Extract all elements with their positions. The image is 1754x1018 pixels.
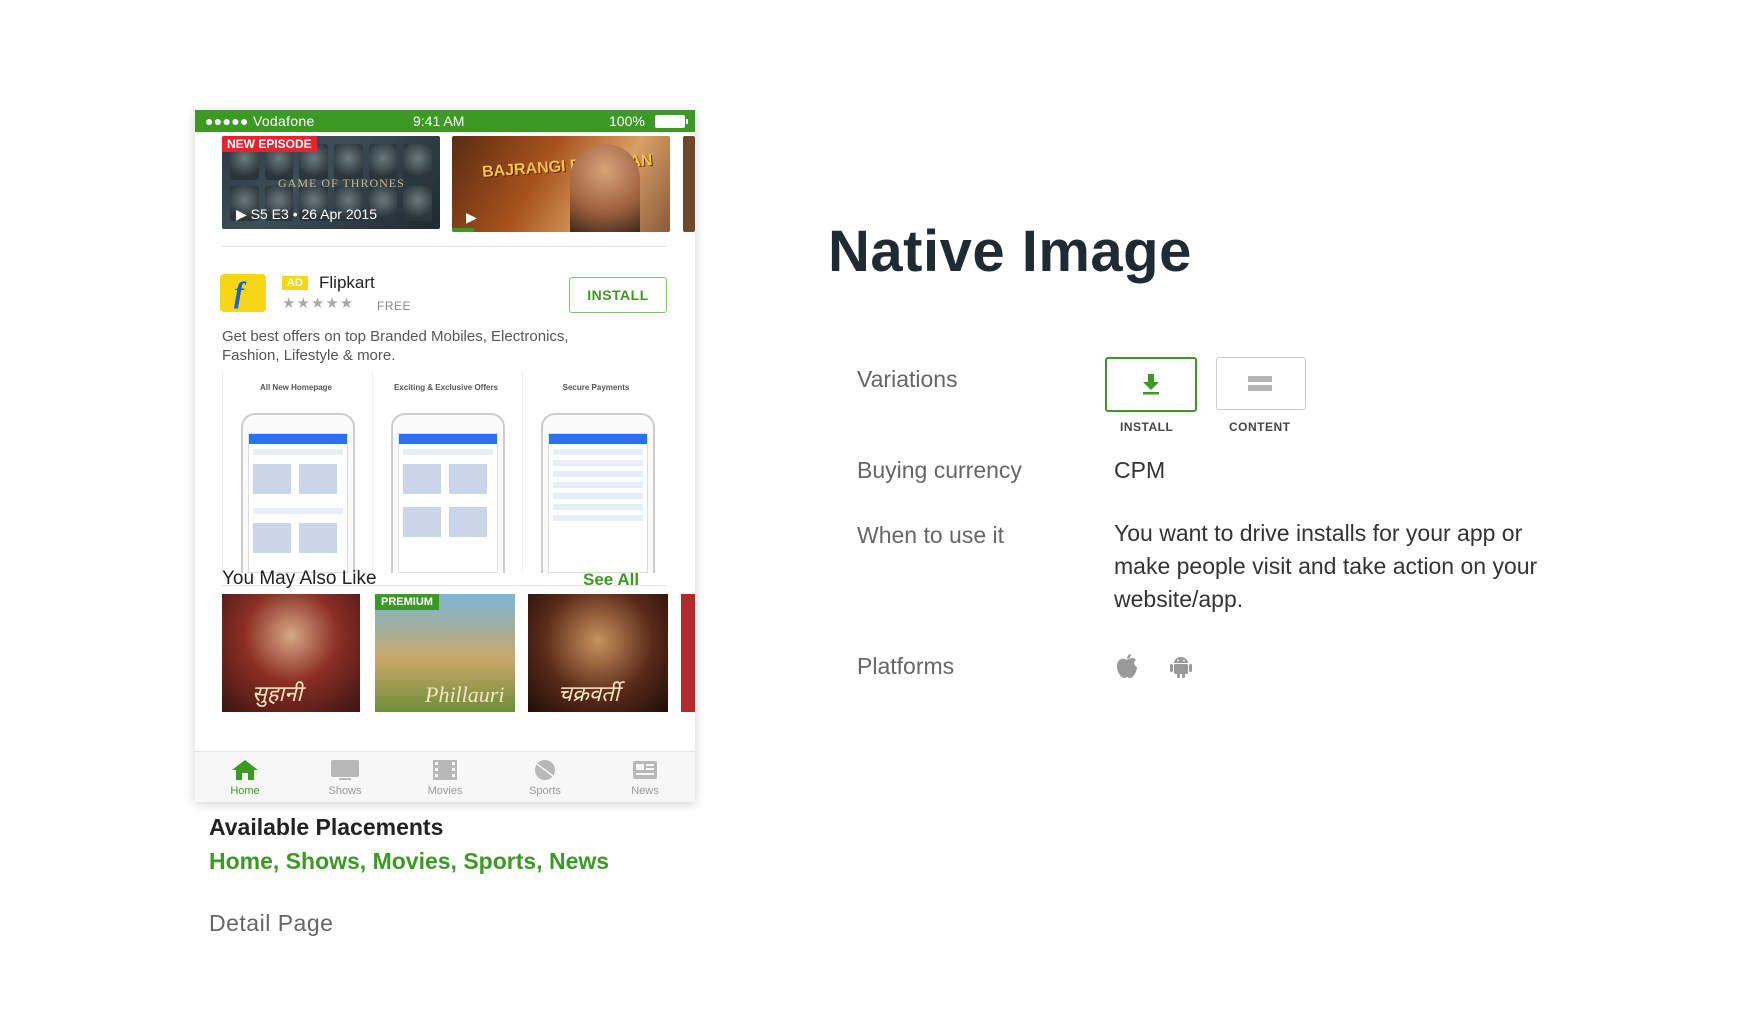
when-value: You want to drive installs for your app … [1114,520,1538,612]
section-title: You May Also Like [222,568,377,589]
poster-card-peek[interactable] [681,594,695,712]
hero-card-peek[interactable] [683,136,695,232]
tv-icon [331,760,359,780]
mini-phone-graphic [241,413,355,573]
variation-install-label: INSTALL [1120,420,1174,434]
screenshot-caption: Exciting & Exclusive Offers [393,383,499,392]
poster-title-art: Phillauri [425,682,505,707]
new-episode-badge: NEW EPISODE [222,136,317,152]
mini-phone-graphic [391,413,505,573]
tab-label: Movies [427,785,463,797]
when-label: When to use it [857,522,1005,548]
ad-screenshot[interactable]: Secure Payments [522,371,669,573]
poster-title-art: चक्रवर्ती [558,681,620,706]
ad-description: Get best offers on top Branded Mobiles, … [222,328,569,364]
android-icon [1170,657,1192,678]
watch-progress-bar [452,228,474,232]
phone-mockup: ●●●●● Vodafone 9:41 AM 100% GAME OF THRO… [195,110,695,802]
star-rating: ★★★★★ [282,295,355,312]
battery-icon [655,115,688,128]
hero-card-movie[interactable]: BAJRANGI BHAIJAAN ▶ [452,136,670,232]
page-title: Native Image [828,219,1192,284]
variations-label: Variations [857,366,958,392]
play-icon: ▶ [466,209,477,225]
tab-label: Sports [529,785,561,797]
episode-label: S5 E3 • 26 Apr 2015 [250,206,377,222]
tab-sports[interactable]: Sports [495,752,595,802]
ball-icon [535,760,555,780]
screenshot-caption: All New Homepage [259,383,332,392]
install-button[interactable]: INSTALL [569,277,667,313]
flipkart-logo: f [220,274,266,312]
placements-detail: Detail Page [209,910,334,936]
see-all-link[interactable]: See All [583,570,639,590]
hero-caption: ▶ S5 E3 • 26 Apr 2015 [236,206,377,223]
ad-app-name: Flipkart [319,273,375,292]
placements-title: Available Placements [209,814,444,840]
newspaper-icon [633,761,657,779]
variation-install-option[interactable] [1105,357,1197,412]
hero-artwork [570,144,640,232]
content-icon [1248,376,1272,391]
variation-content-label: CONTENT [1229,420,1291,434]
hero-artwork-logo: GAME OF THRONES [278,176,405,190]
tab-news[interactable]: News [595,752,695,802]
status-bar: ●●●●● Vodafone 9:41 AM 100% [195,110,695,132]
premium-badge: PREMIUM [375,594,439,610]
tab-label: Shows [328,785,362,797]
price-label: FREE [377,299,412,313]
tab-shows[interactable]: Shows [295,752,395,802]
tab-label: News [631,785,659,797]
tab-label: Home [230,785,260,797]
download-icon [1143,374,1159,395]
poster-card[interactable]: सुहानी [222,594,360,712]
bottom-tab-bar: Home Shows Movies Sports News [195,751,695,802]
poster-card[interactable]: चक्रवर्ती [528,594,668,712]
tab-home[interactable]: Home [195,752,295,802]
play-icon: ▶ [236,206,247,222]
variation-content-option[interactable] [1216,357,1306,410]
platforms-label: Platforms [857,653,955,679]
currency-value: CPM [1114,457,1166,483]
ad-badge: AD [282,276,308,290]
carrier-label: ●●●●● Vodafone [205,113,315,129]
ad-screenshot[interactable]: All New Homepage [222,371,369,573]
tab-movies[interactable]: Movies [395,752,495,802]
mini-phone-graphic [541,413,655,573]
home-icon [232,760,258,780]
poster-title-art: सुहानी [252,681,303,706]
currency-label: Buying currency [857,457,1022,483]
poster-card[interactable]: PREMIUM Phillauri [375,594,515,712]
apple-icon [1117,654,1137,678]
battery-percent: 100% [609,113,645,129]
ad-screenshot[interactable]: Exciting & Exclusive Offers [372,371,519,573]
clock: 9:41 AM [413,113,465,129]
placements-list: Home, Shows, Movies, Sports, News [209,848,610,874]
hero-card-got[interactable]: GAME OF THRONES NEW EPISODE ▶ S5 E3 • 26… [222,136,440,229]
divider [222,246,668,247]
screenshot-caption: Secure Payments [562,383,630,392]
film-icon [433,760,457,780]
